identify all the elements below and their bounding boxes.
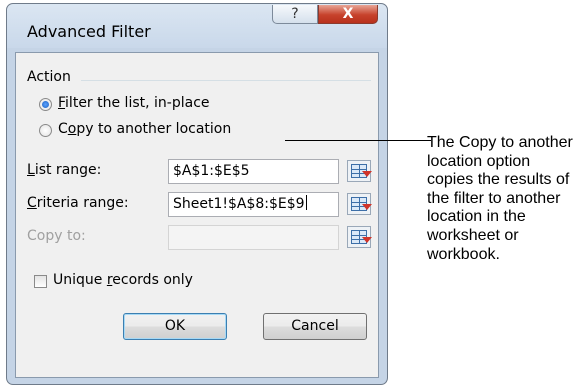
callout-leader-line <box>285 140 431 141</box>
copy-to-collapse-button[interactable] <box>347 226 372 248</box>
copy-to-label: Copy to: <box>27 228 86 244</box>
filter-in-place-label[interactable]: Filter the list, in-place <box>58 95 210 111</box>
criteria-range-label: Criteria range: <box>27 195 129 211</box>
radio-selected-dot <box>42 101 49 108</box>
criteria-range-collapse-button[interactable] <box>347 193 372 215</box>
action-group-label: Action <box>27 69 71 85</box>
unique-records-label[interactable]: Unique records only <box>53 272 193 288</box>
copy-to-location-label[interactable]: Copy to another location <box>58 121 231 137</box>
text-caret <box>305 195 307 210</box>
callout-annotation: The Copy to another location option copi… <box>427 134 573 263</box>
list-range-collapse-button[interactable] <box>347 160 372 182</box>
dialog-title: Advanced Filter <box>27 22 151 41</box>
list-range-label: List range: <box>27 162 102 178</box>
list-range-input[interactable]: $A$1:$E$5 <box>168 159 339 184</box>
unique-records-checkbox[interactable] <box>34 275 47 288</box>
copy-to-input[interactable] <box>168 225 339 250</box>
action-group-divider <box>81 80 371 81</box>
help-icon: ? <box>291 6 299 22</box>
dialog-body: Action Filter the list, in-place Copy to… <box>15 52 379 378</box>
close-button[interactable]: X <box>318 5 378 24</box>
filter-in-place-radio[interactable] <box>39 98 52 111</box>
close-icon: X <box>342 6 354 22</box>
cancel-button[interactable]: Cancel <box>263 313 367 340</box>
copy-to-location-radio[interactable] <box>39 124 52 137</box>
ok-button[interactable]: OK <box>123 313 227 340</box>
help-button[interactable]: ? <box>272 5 318 24</box>
advanced-filter-dialog: Advanced Filter ? X Action Filter the li… <box>6 3 388 385</box>
criteria-range-input[interactable]: Sheet1!$A$8:$E$9 <box>168 192 339 217</box>
